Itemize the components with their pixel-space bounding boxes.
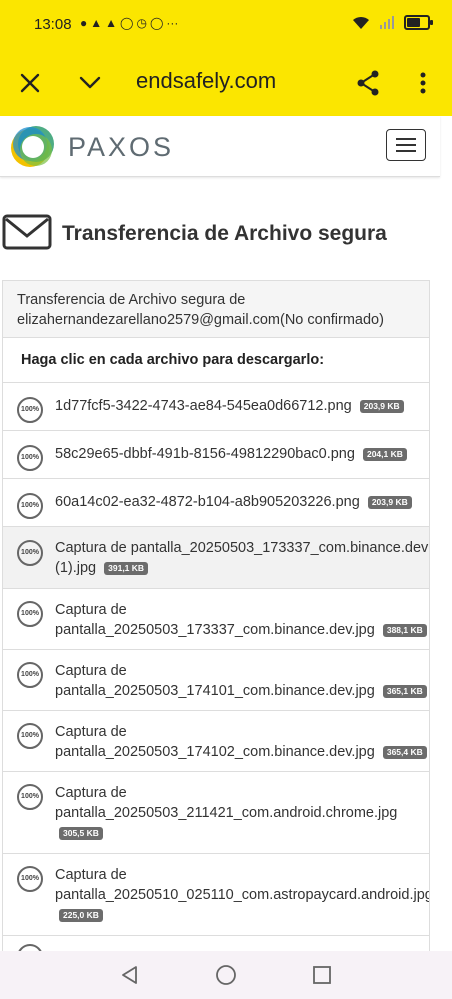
file-size-badge: 225,0 KB [59, 909, 103, 922]
chevron-down-icon [79, 76, 101, 89]
chat-bubble-icon: ● [80, 16, 88, 30]
file-size-badge: 203,9 KB [367, 496, 412, 509]
download-progress-icon: 100% [17, 601, 43, 627]
file-row[interactable]: 100% 58c29e65-dbbf-491b-8156-49812290bac0… [3, 430, 429, 478]
file-row[interactable]: 100% Captura de pantalla_20250503_174102_… [3, 710, 429, 771]
file-size-badge: 365,4 KB [382, 746, 427, 759]
facebook-icon: ◯ [149, 16, 164, 30]
file-size-badge: 204,1 KB [362, 448, 407, 461]
download-progress-icon: 100% [17, 397, 43, 423]
browser-toolbar: endsafely.com [0, 50, 452, 116]
minimize-button[interactable] [72, 65, 108, 101]
file-row[interactable]: 100% Captura de pantalla_20250510_025110_… [3, 853, 429, 935]
url-text[interactable]: endsafely.com [136, 68, 276, 94]
download-progress-icon: 100% [17, 540, 43, 566]
download-progress-icon: 100% [17, 445, 43, 471]
file-size-badge: 203,9 KB [359, 400, 404, 413]
download-progress-icon: 100% [17, 866, 43, 892]
status-bar: 13:08 ● ▲ ▲ ◯ ◷ ◯ ··· [0, 0, 452, 50]
battery-icon [404, 15, 433, 30]
snapchat-icon: ▲ [90, 16, 103, 30]
page-heading: Transferencia de Archivo segura [2, 212, 387, 252]
file-name[interactable]: 58c29e65-dbbf-491b-8156-49812290bac0.png [55, 446, 355, 462]
download-progress-icon: 100% [17, 662, 43, 688]
download-progress-icon: 100% [17, 723, 43, 749]
site-header: PAXOS [0, 116, 440, 177]
file-row[interactable]: 100% 1d77fcf5-3422-4743-ae84-545ea0d66712… [3, 382, 429, 430]
back-triangle-icon [122, 966, 137, 984]
sender-info: Transferencia de Archivo segura de eliza… [3, 281, 429, 338]
menu-button[interactable] [405, 65, 441, 101]
more-notifications: ··· [166, 16, 179, 30]
file-size-badge: 388,1 KB [382, 624, 427, 637]
envelope-icon [2, 214, 52, 250]
home-circle-icon [216, 965, 236, 985]
download-progress-icon: 100% [17, 493, 43, 519]
file-name[interactable]: Captura de pantalla_20250503_174101_com.… [55, 663, 375, 699]
download-instruction: Haga clic en cada archivo para descargar… [21, 352, 325, 368]
file-list: 100% 1d77fcf5-3422-4743-ae84-545ea0d66712… [3, 382, 429, 961]
file-size-badge: 305,5 KB [59, 827, 103, 840]
file-row[interactable]: 100% Captura de pantalla_20250503_173337_… [3, 588, 429, 649]
recents-square-icon [313, 966, 331, 984]
paxos-logo-text[interactable]: PAXOS [68, 132, 174, 163]
download-progress-icon: 100% [17, 784, 43, 810]
page-title: Transferencia de Archivo segura [62, 222, 387, 245]
hamburger-menu-button[interactable] [386, 129, 426, 161]
file-row[interactable]: 100% Captura de pantalla_20250503_173337_… [3, 526, 429, 588]
file-name[interactable]: Captura de pantalla_20250503_173337_com.… [55, 602, 375, 638]
file-row[interactable]: 100% 60a14c02-ea32-4872-b104-a8b905203226… [3, 478, 429, 526]
file-name[interactable]: Captura de pantalla_20250503_174102_com.… [55, 724, 375, 760]
file-row[interactable]: 100% Captura de pantalla_20250503_174101_… [3, 649, 429, 710]
file-size-badge: 365,1 KB [382, 685, 427, 698]
recents-button[interactable] [310, 963, 334, 987]
status-time: 13:08 [34, 16, 72, 33]
back-button[interactable] [117, 963, 141, 987]
snapchat-icon: ▲ [105, 16, 118, 30]
close-icon [20, 73, 40, 93]
file-name[interactable]: 60a14c02-ea32-4872-b104-a8b905203226.png [55, 494, 360, 510]
home-button[interactable] [214, 963, 238, 987]
file-name[interactable]: Captura de pantalla_20250510_025110_com.… [55, 867, 429, 903]
whatsapp-icon: ◯ [120, 16, 134, 30]
notification-icons: ● ▲ ▲ ◯ ◷ ◯ ··· [80, 16, 178, 30]
system-nav-bar [0, 951, 452, 999]
more-vert-icon [420, 72, 426, 94]
file-row[interactable]: 100% Captura de pantalla_20250503_211421_… [3, 771, 429, 853]
file-size-badge: 391,1 KB [104, 562, 149, 575]
wifi-icon [353, 16, 369, 29]
share-button[interactable] [350, 65, 386, 101]
paxos-logo-icon [11, 126, 54, 167]
signal-icon [380, 16, 394, 29]
file-name[interactable]: 1d77fcf5-3422-4743-ae84-545ea0d66712.png [55, 398, 352, 414]
file-name[interactable]: Captura de pantalla_20250503_211421_com.… [55, 785, 397, 821]
clock-icon: ◷ [136, 16, 147, 30]
close-button[interactable] [12, 65, 48, 101]
share-icon [357, 70, 379, 96]
transfer-panel: Transferencia de Archivo segura de eliza… [2, 280, 430, 961]
